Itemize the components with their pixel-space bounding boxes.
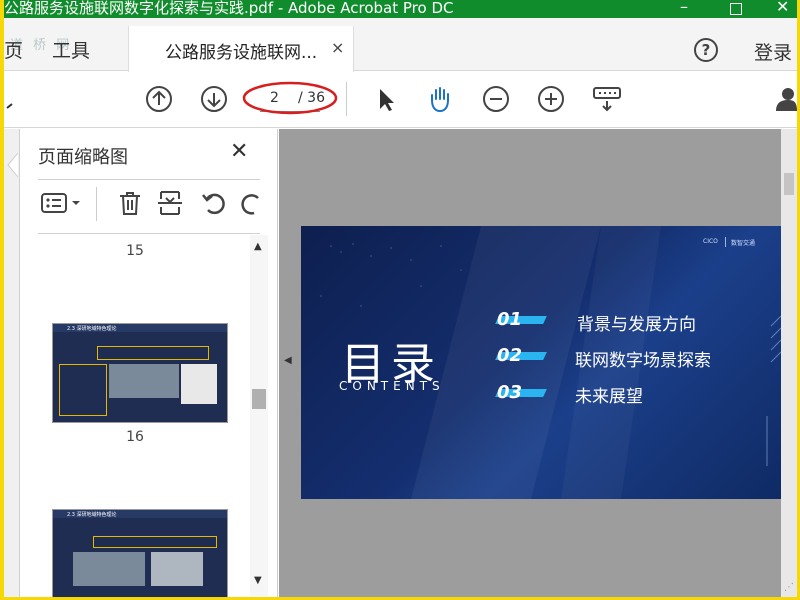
thumbnail-page-17[interactable]: 2.3 深研地域特色理论	[52, 509, 228, 597]
rotate-counterclockwise-icon[interactable]	[200, 189, 228, 217]
close-window-button[interactable]: ✕	[776, 0, 789, 16]
window-title: 公路服务设施联网数字化探索与实践.pdf - Adobe Acrobat Pro…	[4, 0, 454, 17]
toolbar-overflow-icon[interactable]	[4, 90, 14, 110]
thumbnail-photo	[109, 364, 179, 398]
thumbnail-header: 2.3 深研地域特色理论	[53, 510, 227, 518]
title-bar: 公路服务设施联网数字化探索与实践.pdf - Adobe Acrobat Pro…	[4, 0, 797, 18]
thumbnail-header-text: 2.3 深研地域特色理论	[67, 512, 117, 518]
slide-logo-left: CICO	[703, 238, 718, 245]
document-tab[interactable]: 公路服务设施联网... ×	[128, 26, 354, 72]
scrollbar-thumb[interactable]	[252, 389, 266, 409]
login-button[interactable]: 登录	[754, 38, 792, 65]
slide-logo-right: 数智交通	[731, 240, 756, 247]
maximize-button[interactable]	[730, 3, 742, 15]
next-page-icon[interactable]	[200, 85, 228, 113]
delete-page-icon[interactable]	[116, 189, 144, 217]
panel-divider-bottom	[38, 233, 260, 234]
thumbnails-list: 15 2.3 深研地域特色理论 16 2.3 深研地域特色理论	[38, 235, 248, 597]
select-arrow-icon[interactable]	[372, 85, 400, 113]
tab-label: 公路服务设施联网...	[165, 43, 318, 63]
thumbnail-photo	[73, 552, 145, 586]
extract-page-icon[interactable]	[156, 189, 184, 217]
panel-title: 页面缩略图	[38, 147, 128, 168]
slide-subtitle: CONTENTS	[339, 379, 445, 393]
toolbar-separator	[346, 82, 347, 116]
rotate-clockwise-icon[interactable]	[240, 189, 260, 217]
keyboard-navigation-icon[interactable]	[592, 85, 622, 113]
thumbnail-text-box	[59, 364, 107, 416]
thumbnail-highlight-box	[93, 536, 217, 548]
hand-tool-icon[interactable]	[426, 85, 454, 113]
scroll-up-arrow-icon[interactable]: ▲	[254, 241, 262, 252]
toc-number: 01	[497, 309, 523, 330]
document-scrollbar[interactable]	[781, 129, 797, 597]
zoom-out-icon[interactable]	[482, 85, 510, 113]
panel-pointer-icon	[7, 153, 18, 177]
thumbnail-header-text: 2.3 深研地域特色理论	[67, 326, 117, 332]
scroll-down-arrow-icon[interactable]: ▼	[254, 575, 262, 586]
panel-tool-separator	[96, 187, 97, 221]
tab-close-button[interactable]: ×	[331, 38, 344, 57]
thumbnails-scrollbar[interactable]: ▲ ▼	[250, 235, 268, 597]
resize-grip-icon[interactable]: ⋰	[784, 582, 794, 593]
pdf-page-slide: CICO 数智交通 目录 CONTENTS 01 背景与发展方向 02 联网数字…	[301, 226, 786, 499]
toc-number: 02	[497, 345, 523, 366]
menu-bar: 道 桥 网 页 工具 公路服务设施联网... × ? 登录	[4, 18, 797, 72]
thumbnail-highlight-box	[97, 346, 209, 360]
page-thumbnails-panel: 页面缩略图 ✕ 15 2.3 深研地域特色理论 16 2.3 深研地域特色理论 …	[20, 129, 278, 597]
previous-page-icon[interactable]	[145, 85, 173, 113]
share-user-icon[interactable]	[776, 85, 797, 113]
thumbnail-label: 15	[126, 243, 144, 259]
panel-divider-top	[38, 179, 260, 180]
collapse-panel-arrow-icon[interactable]: ◀	[284, 355, 292, 366]
document-viewer[interactable]: ◀ CICO 数智交通 目录 CONTENTS 01 背景与发展方向 02 联网…	[279, 129, 797, 597]
minimize-button[interactable]: –	[680, 0, 688, 16]
thumbnail-photo	[151, 552, 203, 586]
menu-home[interactable]: 页	[4, 36, 23, 63]
acrobat-window: 公路服务设施联网数字化探索与实践.pdf - Adobe Acrobat Pro…	[4, 0, 797, 597]
toolbar: 2 / 36	[4, 72, 797, 128]
thumbnail-page-16[interactable]: 2.3 深研地域特色理论	[52, 323, 228, 423]
thumbnail-header: 2.3 深研地域特色理论	[53, 324, 227, 332]
thumbnail-label: 16	[126, 429, 144, 445]
menu-tools[interactable]: 工具	[52, 36, 90, 63]
logo-divider	[725, 237, 726, 247]
toc-number: 03	[497, 382, 523, 403]
toc-text: 背景与发展方向	[577, 315, 696, 335]
toc-text: 未来展望	[575, 387, 643, 407]
help-icon[interactable]: ?	[694, 38, 718, 62]
document-scrollbar-thumb[interactable]	[784, 173, 794, 195]
thumbnail-options-icon[interactable]	[40, 189, 84, 217]
zoom-in-icon[interactable]	[537, 85, 565, 113]
thumbnail-document-image	[181, 364, 217, 404]
toc-text: 联网数字场景探索	[575, 351, 711, 371]
panel-close-button[interactable]: ✕	[230, 139, 248, 164]
red-annotation-ellipse	[242, 81, 338, 115]
navigation-strip	[4, 129, 20, 597]
